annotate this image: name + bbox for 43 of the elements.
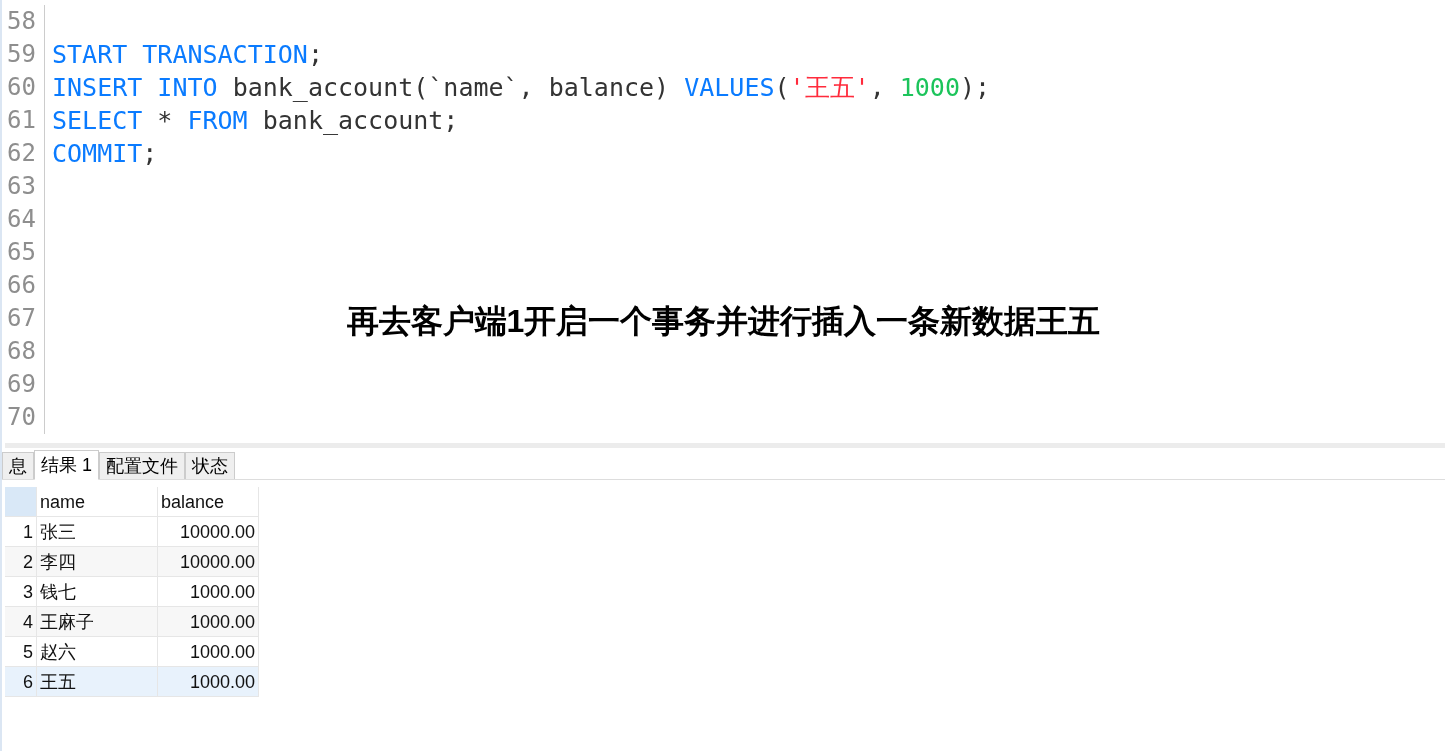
table-cell: 李四 — [37, 547, 158, 577]
line-number: 69 — [2, 368, 45, 401]
table-cell: 张三 — [37, 517, 158, 547]
line-number: 61 — [2, 104, 45, 137]
line-number: 70 — [2, 401, 45, 434]
result-tab[interactable]: 结果 1 — [34, 450, 99, 480]
row-number: 3 — [5, 577, 37, 607]
row-number: 4 — [5, 607, 37, 637]
line-number: 58 — [2, 5, 45, 38]
line-number: 68 — [2, 335, 45, 368]
row-number: 6 — [5, 667, 37, 697]
line-number: 62 — [2, 137, 45, 170]
code-line: SELECT * FROM bank_account; — [52, 106, 459, 135]
table-cell: 王五 — [37, 667, 158, 697]
line-number: 66 — [2, 269, 45, 302]
code-line: START TRANSACTION; — [52, 40, 323, 69]
table-cell: 10000.00 — [158, 547, 259, 577]
table-cell: 王麻子 — [37, 607, 158, 637]
code-line: INSERT INTO bank_account(`name`, balance) VALUES('王五', 1000); — [52, 72, 991, 104]
table-cell: 1000.00 — [158, 577, 259, 607]
column-header[interactable]: balance — [158, 487, 259, 517]
result-tab[interactable]: 状态 — [185, 452, 235, 479]
line-number: 64 — [2, 203, 45, 236]
table-cell: 钱七 — [37, 577, 158, 607]
code-line: COMMIT; — [52, 139, 158, 168]
table-cell: 1000.00 — [158, 667, 259, 697]
table-cell: 1000.00 — [158, 607, 259, 637]
result-tab[interactable]: 息 — [2, 452, 34, 479]
line-number: 59 — [2, 38, 45, 71]
result-tab[interactable]: 配置文件 — [99, 452, 185, 479]
row-number: 2 — [5, 547, 37, 577]
column-header[interactable]: name — [37, 487, 158, 517]
header-corner-cell — [5, 487, 37, 517]
line-number: 60 — [2, 71, 45, 104]
row-number: 1 — [5, 517, 37, 547]
table-cell: 10000.00 — [158, 517, 259, 547]
table-cell: 赵六 — [37, 637, 158, 667]
table-cell: 1000.00 — [158, 637, 259, 667]
caption-text: 再去客户端1开启一个事务并进行插入一条新数据王五 — [346, 302, 1101, 341]
line-number: 65 — [2, 236, 45, 269]
row-number: 5 — [5, 637, 37, 667]
line-number: 67 — [2, 302, 45, 335]
line-number: 63 — [2, 170, 45, 203]
